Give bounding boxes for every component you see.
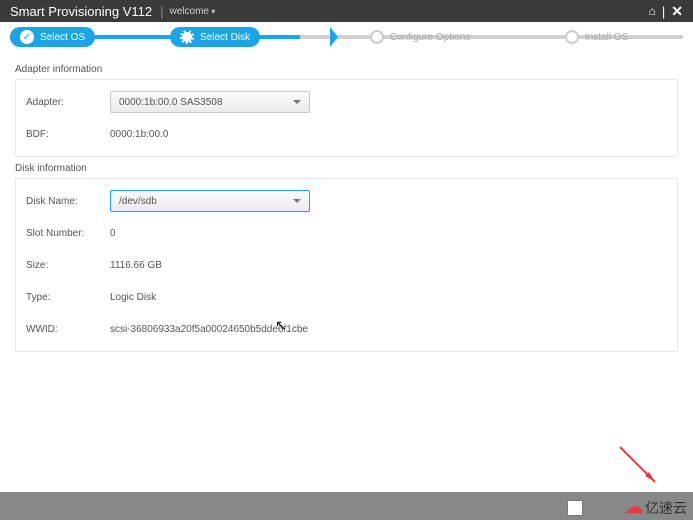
size-value: 1116.66 GB <box>110 260 162 271</box>
header-divider: | <box>160 4 163 19</box>
spinner-icon <box>180 30 194 44</box>
step-install-os: Install OS <box>555 27 638 47</box>
welcome-dropdown[interactable]: welcome <box>170 6 216 17</box>
chevron-down-icon <box>293 199 301 203</box>
bdf-value: 0000:1b:00.0 <box>110 129 168 140</box>
home-icon[interactable]: ⌂ <box>649 4 656 18</box>
bdf-label: BDF: <box>26 129 110 140</box>
disk-name-dropdown-value: /dev/sdb <box>119 196 157 207</box>
header-divider-2: | <box>662 4 665 19</box>
step-label: Select Disk <box>200 32 250 43</box>
step-label: Install OS <box>585 32 628 43</box>
wwid-value: scsi-36806933a20f5a00024650b5dde6f1cbe <box>110 324 308 335</box>
type-label: Type: <box>26 292 110 303</box>
step-label: Configure Options <box>390 32 471 43</box>
adapter-dropdown-value: 0000:1b:00.0 SAS3508 <box>119 97 222 108</box>
size-label: Size: <box>26 260 110 271</box>
footer-checkbox[interactable] <box>567 500 583 516</box>
disk-section: Disk Name: /dev/sdb Slot Number: 0 Size:… <box>15 178 678 352</box>
cloud-icon: ☁ <box>625 497 643 518</box>
adapter-dropdown[interactable]: 0000:1b:00.0 SAS3508 <box>110 91 310 113</box>
wwid-label: WWID: <box>26 324 110 335</box>
step-pending-icon <box>370 30 384 44</box>
step-select-disk[interactable]: Select Disk <box>170 27 260 47</box>
step-bar: ✓ Select OS Select Disk Configure Option… <box>0 22 693 52</box>
step-label: Select OS <box>40 32 85 43</box>
app-title: Smart Provisioning V112 <box>10 4 152 19</box>
slot-label: Slot Number: <box>26 228 110 239</box>
step-select-os[interactable]: ✓ Select OS <box>10 27 95 47</box>
check-icon: ✓ <box>20 30 34 44</box>
disk-name-dropdown[interactable]: /dev/sdb <box>110 190 310 212</box>
type-value: Logic Disk <box>110 292 156 303</box>
step-configure-options: Configure Options <box>360 27 481 47</box>
adapter-section-title: Adapter information <box>15 64 678 75</box>
chevron-down-icon <box>293 100 301 104</box>
watermark-text: 亿速云 <box>645 498 687 518</box>
content-area: Adapter information Adapter: 0000:1b:00.… <box>0 52 693 362</box>
disk-name-label: Disk Name: <box>26 196 110 207</box>
watermark-logo: ☁ 亿速云 <box>625 497 687 518</box>
adapter-section: Adapter: 0000:1b:00.0 SAS3508 BDF: 0000:… <box>15 79 678 157</box>
disk-section-title: Disk information <box>15 163 678 174</box>
footer-bar <box>0 492 693 520</box>
slot-value: 0 <box>110 228 116 239</box>
annotation-arrow-icon <box>615 442 665 492</box>
adapter-label: Adapter: <box>26 97 110 108</box>
step-arrow-icon <box>330 27 338 47</box>
step-pending-icon <box>565 30 579 44</box>
app-header: Smart Provisioning V112 | welcome ⌂ | ✕ <box>0 0 693 22</box>
close-icon[interactable]: ✕ <box>671 3 683 20</box>
